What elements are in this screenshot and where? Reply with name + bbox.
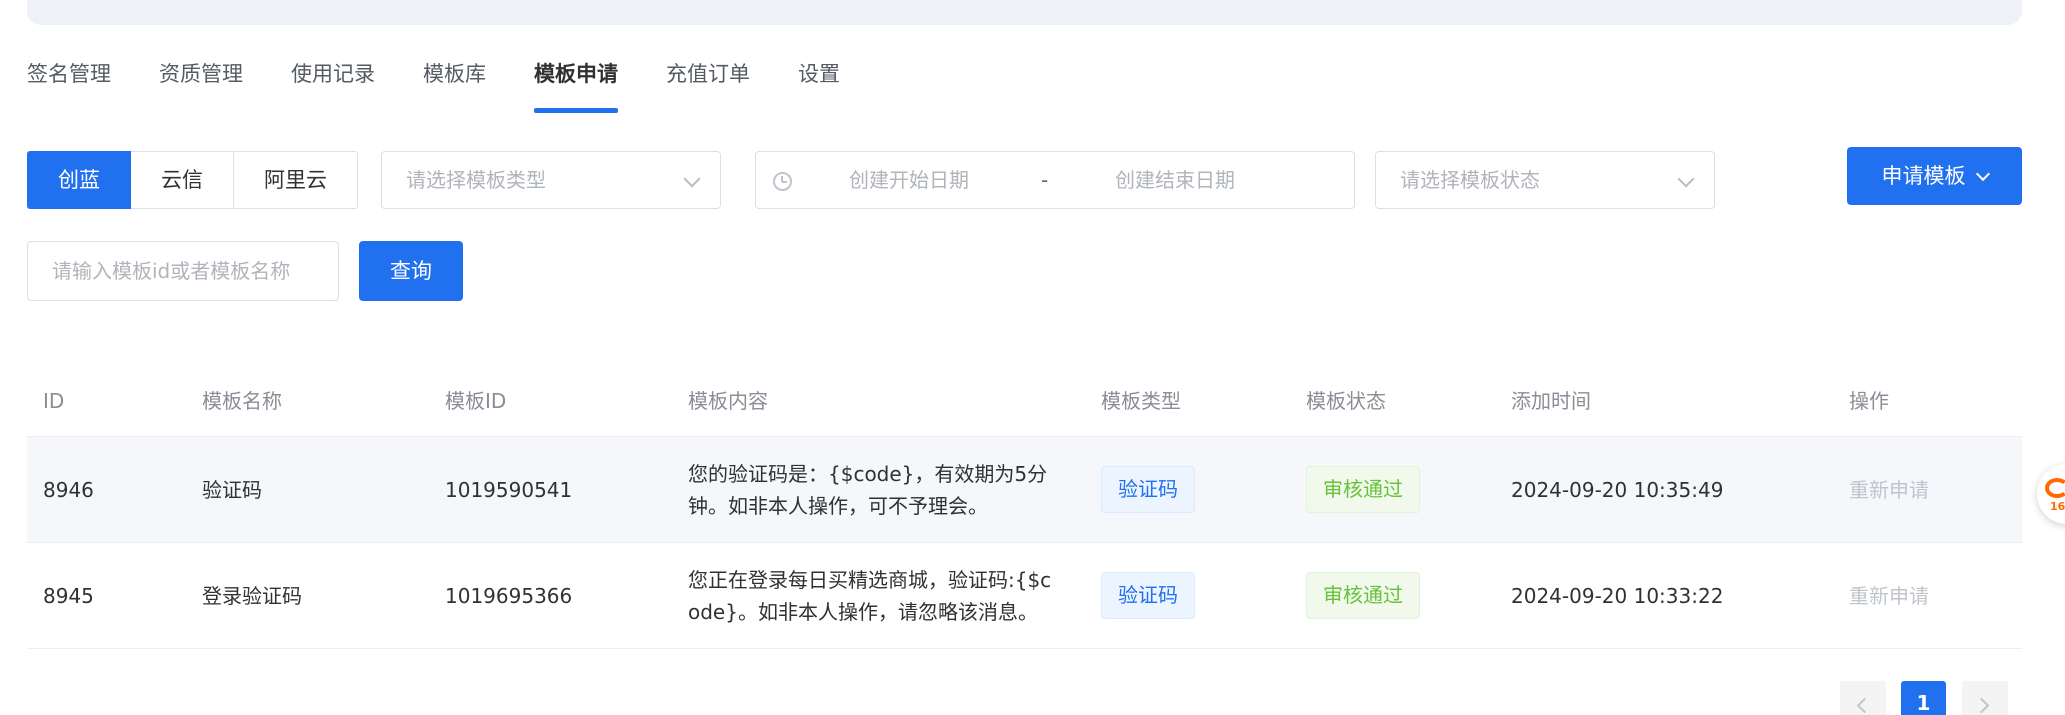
table-header: ID 模板名称 模板ID 模板内容 模板类型 模板状态 添加时间 操作 [27, 368, 2022, 437]
cell-name: 验证码 [202, 477, 262, 502]
tab-usage-records[interactable]: 使用记录 [291, 52, 375, 116]
pagination-prev-button[interactable] [1840, 681, 1886, 715]
cell-template-id: 1019695366 [445, 583, 573, 608]
column-header-status: 模板状态 [1306, 389, 1386, 413]
template-type-select[interactable]: 请选择模板类型 [381, 151, 721, 209]
chevron-down-icon [1677, 170, 1695, 188]
top-banner [27, 0, 2022, 25]
tab-signature[interactable]: 签名管理 [27, 52, 111, 116]
cell-name: 登录验证码 [202, 583, 302, 608]
floating-widget-button[interactable]: 16 [2037, 464, 2065, 524]
cell-added-time: 2024-09-20 10:35:49 [1511, 477, 1724, 502]
clock-icon [773, 172, 792, 191]
cell-added-time: 2024-09-20 10:33:22 [1511, 583, 1724, 608]
cell-template-id: 1019590541 [445, 477, 573, 502]
apply-template-label: 申请模板 [1881, 164, 1966, 188]
column-header-added-time: 添加时间 [1511, 389, 1591, 413]
tab-recharge-orders[interactable]: 充值订单 [666, 52, 750, 116]
template-status-placeholder: 请选择模板状态 [1400, 168, 1540, 192]
cell-action: 重新申请 [1833, 580, 2022, 612]
tab-settings[interactable]: 设置 [798, 52, 840, 116]
provider-segmented-control: 创蓝 云信 阿里云 [27, 151, 358, 209]
provider-chuanglan-button[interactable]: 创蓝 [27, 151, 131, 209]
search-input[interactable] [27, 241, 339, 301]
tab-template-library[interactable]: 模板库 [423, 52, 486, 116]
provider-aliyun-button[interactable]: 阿里云 [234, 151, 358, 209]
tab-template-apply[interactable]: 模板申请 [534, 52, 618, 116]
column-header-type: 模板类型 [1101, 389, 1181, 413]
brand-logo-icon [2045, 478, 2065, 498]
date-range-separator: - [1041, 168, 1049, 192]
apply-template-button[interactable]: 申请模板 [1847, 147, 2022, 205]
cell-content: 您正在登录每日买精选商城，验证码:{$code}。如非本人操作，请忽略该消息。 [688, 567, 1052, 624]
cell-status: 审核通过 [1290, 466, 1495, 513]
chevron-down-icon [1975, 166, 1990, 182]
column-header-content: 模板内容 [688, 389, 768, 413]
pagination-next-button[interactable] [1962, 681, 2008, 715]
table-row: 8945 登录验证码 1019695366 您正在登录每日买精选商城，验证码:{… [27, 543, 2022, 649]
type-tag: 验证码 [1101, 466, 1195, 513]
main-tabs: 签名管理 资质管理 使用记录 模板库 模板申请 充值订单 设置 [27, 52, 888, 116]
cell-type: 验证码 [1085, 572, 1290, 619]
cell-status: 审核通过 [1290, 572, 1495, 619]
cell-content: 您的验证码是：{$code}，有效期为5分钟。如非本人操作，可不予理会。 [688, 461, 1048, 518]
provider-yunxin-button[interactable]: 云信 [131, 151, 234, 209]
cell-action: 重新申请 [1833, 474, 2022, 506]
pagination-page-button[interactable]: 1 [1901, 681, 1946, 715]
reapply-link[interactable]: 重新申请 [1849, 478, 1929, 502]
table-row: 8946 验证码 1019590541 您的验证码是：{$code}，有效期为5… [27, 437, 2022, 543]
cell-id: 8946 [43, 477, 94, 502]
type-tag: 验证码 [1101, 572, 1195, 619]
date-end-input[interactable]: 创建结束日期 [1115, 152, 1235, 208]
status-badge: 审核通过 [1306, 466, 1420, 513]
column-header-id: ID [43, 389, 65, 413]
template-type-placeholder: 请选择模板类型 [406, 168, 546, 192]
column-header-name: 模板名称 [202, 389, 282, 413]
template-status-select[interactable]: 请选择模板状态 [1375, 151, 1715, 209]
date-start-input[interactable]: 创建开始日期 [849, 152, 969, 208]
cell-id: 8945 [43, 583, 94, 608]
column-header-action: 操作 [1849, 389, 1889, 413]
status-badge: 审核通过 [1306, 572, 1420, 619]
column-header-template-id: 模板ID [445, 389, 507, 413]
template-table: ID 模板名称 模板ID 模板内容 模板类型 模板状态 添加时间 操作 8946… [27, 368, 2022, 649]
tab-qualification[interactable]: 资质管理 [159, 52, 243, 116]
chevron-down-icon [683, 170, 701, 188]
cell-type: 验证码 [1085, 466, 1290, 513]
date-range-picker[interactable]: 创建开始日期 - 创建结束日期 [755, 151, 1355, 209]
reapply-link[interactable]: 重新申请 [1849, 584, 1929, 608]
query-button[interactable]: 查询 [359, 241, 463, 301]
floating-widget-label: 16 [2050, 500, 2065, 513]
